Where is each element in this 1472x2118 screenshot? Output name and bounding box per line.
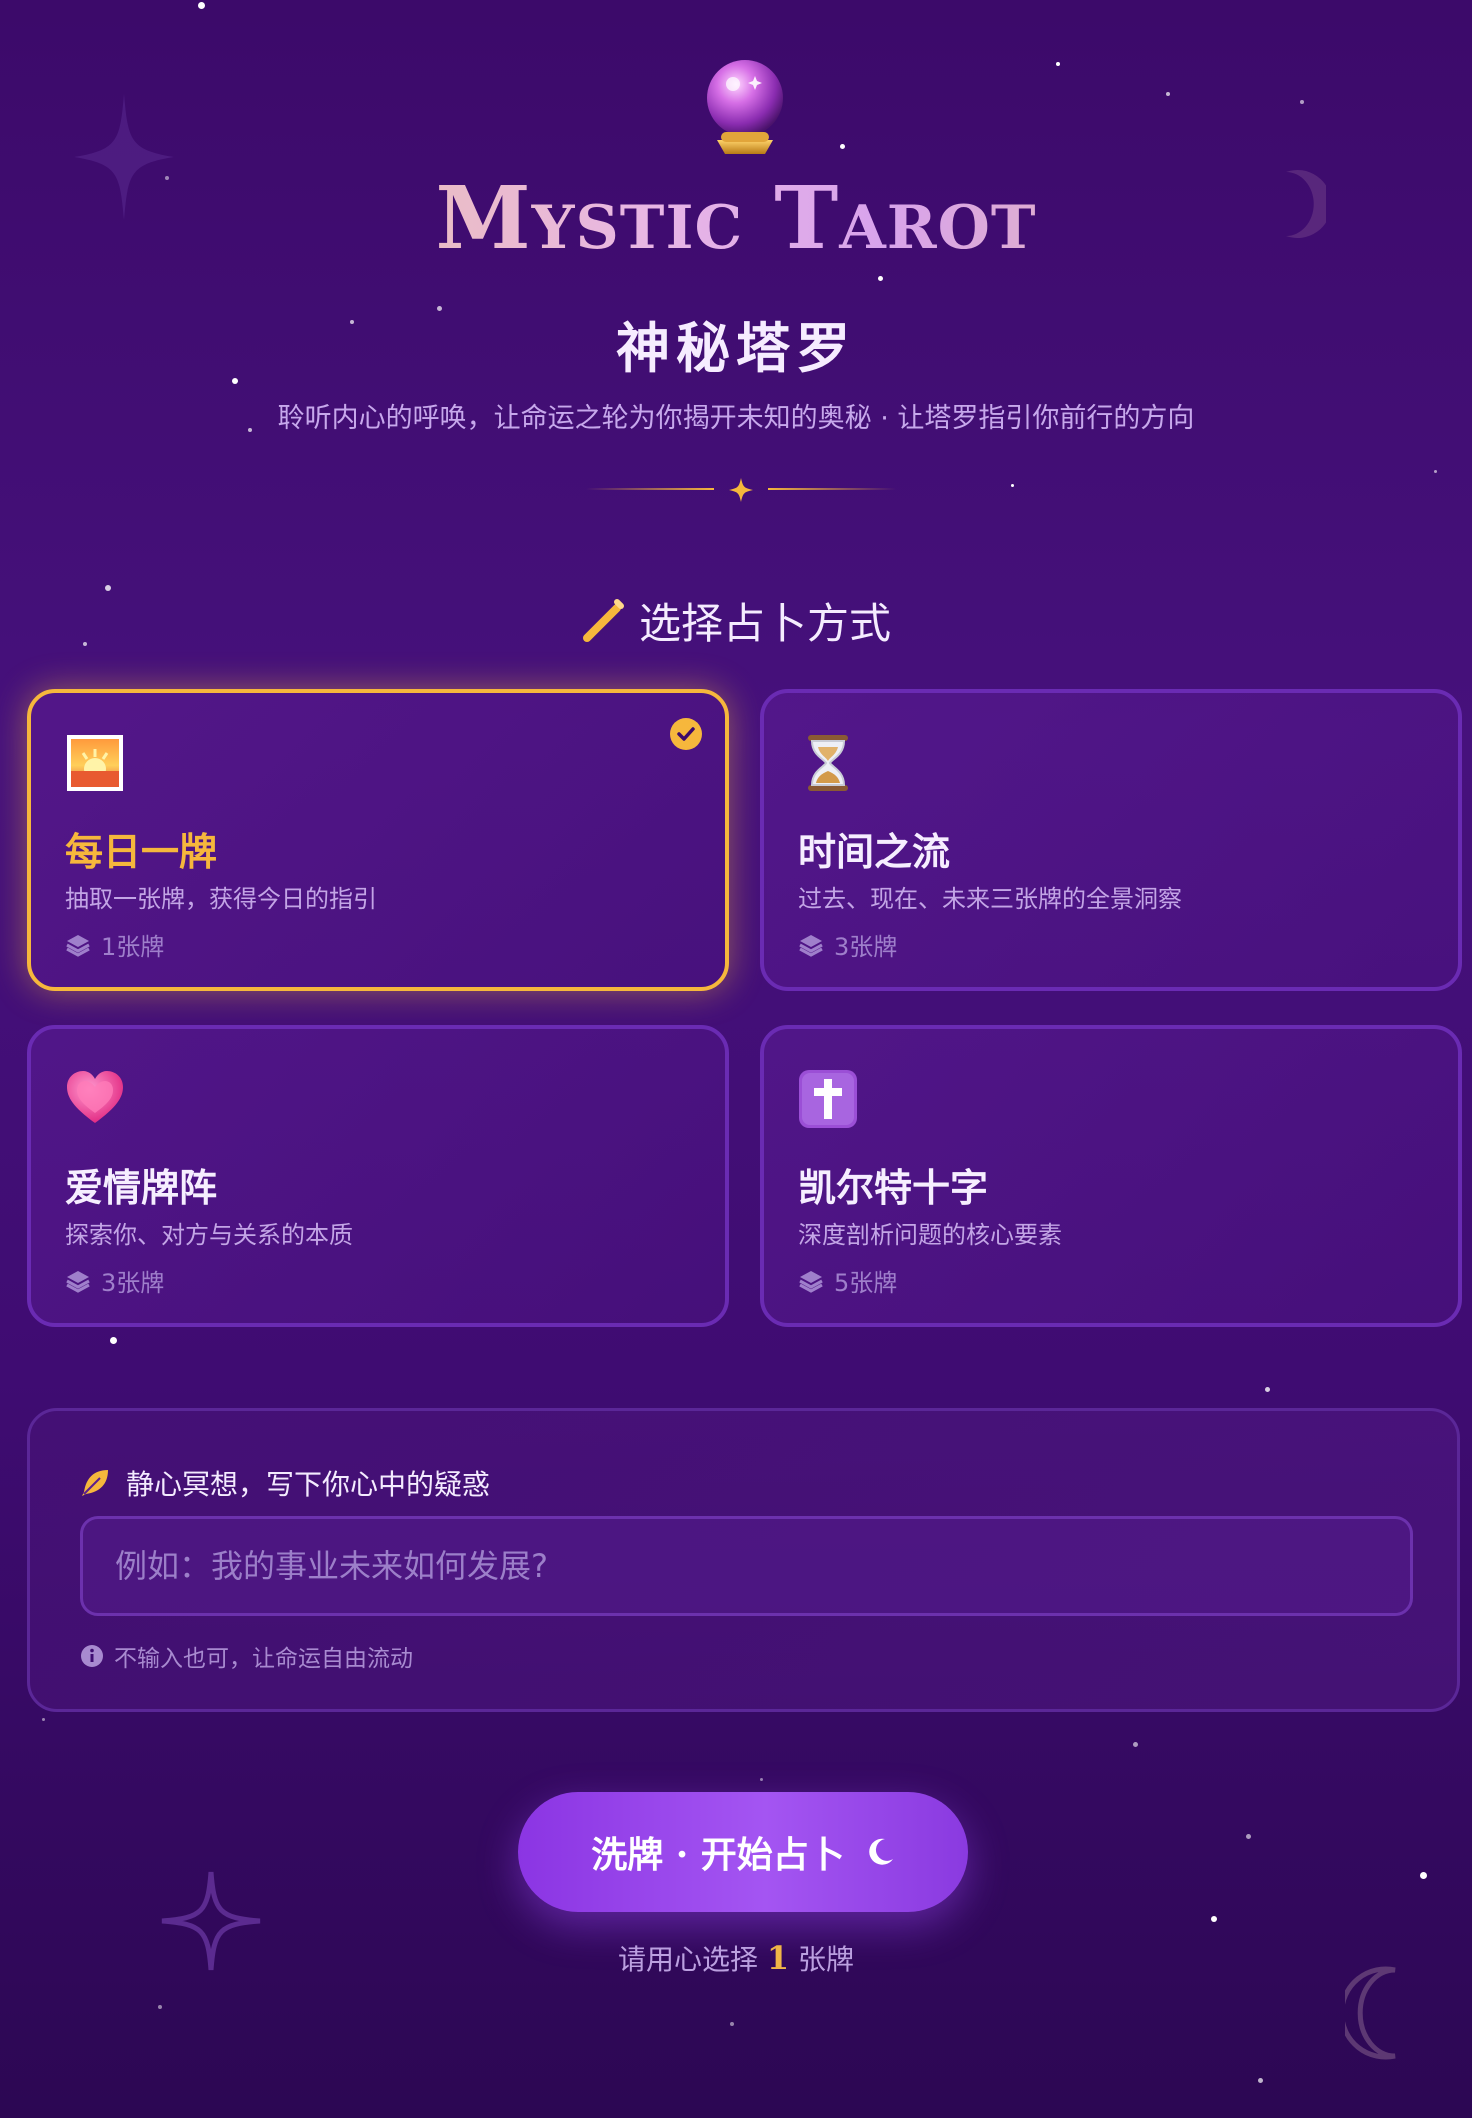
start-button-label: 洗牌 · 开始占卜 bbox=[591, 1834, 845, 1876]
selection-hint-count: 1 bbox=[766, 1939, 790, 1977]
heart-icon bbox=[67, 1071, 123, 1123]
question-input[interactable] bbox=[80, 1516, 1413, 1616]
tagline: 聆听内心的呼唤，让命运之轮为你揭开未知的奥秘 · 让塔罗指引你前行的方向 bbox=[277, 403, 1195, 434]
crystal-ball-icon bbox=[707, 60, 783, 154]
spread-title: 时间之流 bbox=[798, 830, 951, 874]
spread-card-count: 5张牌 bbox=[798, 1263, 897, 1298]
spread-title: 爱情牌阵 bbox=[65, 1166, 218, 1210]
magic-wand-icon bbox=[582, 599, 624, 642]
selected-check-icon bbox=[670, 718, 702, 750]
spread-description: 深度剖析问题的核心要素 bbox=[798, 1221, 1062, 1249]
header: Mystic Tarot 神秘塔罗 聆听内心的呼唤，让命运之轮为你揭开未知的奥秘… bbox=[0, 0, 1472, 520]
sunrise-icon bbox=[67, 735, 123, 791]
spread-count-label: 3张牌 bbox=[834, 933, 898, 961]
spread-card-daily[interactable]: 每日一牌 抽取一张牌，获得今日的指引 1张牌 bbox=[27, 689, 729, 991]
question-hint-text: 不输入也可，让命运自由流动 bbox=[114, 1646, 413, 1672]
feather-icon bbox=[82, 1470, 108, 1496]
spread-title: 凯尔特十字 bbox=[798, 1166, 989, 1210]
spread-card-count: 3张牌 bbox=[65, 1263, 164, 1298]
question-hint: 不输入也可，让命运自由流动 bbox=[80, 1639, 413, 1673]
spread-description: 探索你、对方与关系的本质 bbox=[65, 1221, 353, 1249]
question-label: 静心冥想，写下你心中的疑惑 bbox=[80, 1463, 490, 1503]
spread-description: 过去、现在、未来三张牌的全景洞察 bbox=[798, 885, 1182, 913]
question-panel: 静心冥想，写下你心中的疑惑 不输入也可，让命运自由流动 bbox=[27, 1408, 1460, 1712]
info-icon bbox=[81, 1645, 103, 1667]
crescent-moon-icon bbox=[869, 1838, 893, 1865]
spread-card-timeline[interactable]: 时间之流 过去、现在、未来三张牌的全景洞察 3张牌 bbox=[760, 689, 1462, 991]
spread-card-love[interactable]: 爱情牌阵 探索你、对方与关系的本质 3张牌 bbox=[27, 1025, 729, 1327]
shuffle-start-button[interactable]: 洗牌 · 开始占卜 bbox=[518, 1792, 968, 1912]
cross-icon bbox=[799, 1070, 857, 1128]
question-label-text: 静心冥想，写下你心中的疑惑 bbox=[126, 1468, 491, 1501]
spread-count-label: 1张牌 bbox=[101, 933, 165, 961]
layers-icon bbox=[66, 1270, 90, 1293]
spread-title: 每日一牌 bbox=[65, 830, 218, 874]
layers-icon bbox=[66, 934, 90, 957]
star-divider bbox=[586, 478, 896, 502]
selection-hint: 请用心选择 1 张牌 bbox=[0, 1938, 1472, 1978]
hourglass-icon bbox=[808, 735, 848, 791]
selection-hint-prefix: 请用心选择 bbox=[617, 1943, 758, 1976]
layers-icon bbox=[799, 1270, 823, 1293]
selection-hint-suffix: 张牌 bbox=[798, 1943, 855, 1976]
spread-count-label: 3张牌 bbox=[101, 1269, 165, 1297]
crescent-moon-outline-decoration-icon bbox=[1345, 1966, 1396, 2060]
spread-card-count: 3张牌 bbox=[798, 927, 897, 962]
section-title: 选择占卜方式 bbox=[0, 590, 1472, 650]
spread-description: 抽取一张牌，获得今日的指引 bbox=[65, 885, 377, 913]
section-title-label: 选择占卜方式 bbox=[638, 598, 891, 648]
spread-count-label: 5张牌 bbox=[834, 1269, 898, 1297]
layers-icon bbox=[799, 934, 823, 957]
app-subtitle: 神秘塔罗 bbox=[616, 316, 856, 380]
spread-card-celtic-cross[interactable]: 凯尔特十字 深度剖析问题的核心要素 5张牌 bbox=[760, 1025, 1462, 1327]
app-title: Mystic Tarot bbox=[0, 168, 1472, 269]
spread-card-count: 1张牌 bbox=[65, 927, 164, 962]
